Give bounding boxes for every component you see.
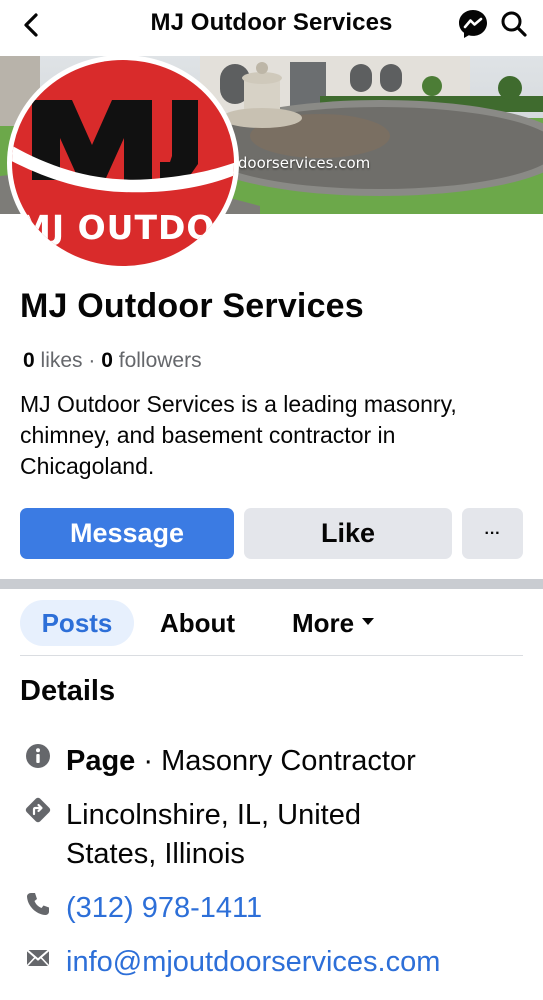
detail-category-separator: · (135, 745, 162, 777)
search-icon (501, 11, 527, 37)
page-name: MJ Outdoor Services (20, 287, 364, 325)
info-icon (26, 744, 50, 768)
detail-location-line1: Lincolnshire, IL, United (66, 799, 361, 831)
cover-watermark: tdoorservices.com (232, 154, 371, 172)
search-button[interactable] (499, 9, 529, 39)
top-bar: MJ Outdoor Services (0, 0, 543, 52)
phone-icon (27, 893, 49, 915)
section-divider (0, 579, 543, 589)
detail-category-value: Masonry Contractor (161, 745, 416, 777)
envelope-icon (26, 949, 50, 967)
detail-category: Page · Masonry Contractor (66, 742, 416, 781)
detail-category-prefix: Page (66, 745, 136, 777)
caret-down-icon (362, 617, 375, 625)
messenger-icon (459, 10, 487, 38)
page-bio: MJ Outdoor Services is a leading masonry… (20, 391, 457, 479)
detail-phone[interactable]: (312) 978-1411 (66, 889, 262, 928)
mj-logo: MJ OUTDOOR SERVICES (12, 60, 234, 266)
stats-separator: · (82, 349, 102, 372)
likes-label[interactable]: likes (35, 349, 83, 372)
tab-more[interactable]: More (292, 600, 375, 646)
detail-location-line2: States, Illinois (66, 838, 245, 870)
details-heading: Details (20, 675, 116, 707)
message-button[interactable]: Message (20, 508, 234, 559)
likes-count[interactable]: 0 (23, 349, 35, 372)
messenger-button[interactable] (457, 8, 489, 40)
page-stats: 0 likes · 0 followers (23, 349, 202, 373)
tabs-divider (20, 655, 523, 656)
more-options-button[interactable]: ··· (462, 508, 523, 559)
profile-picture[interactable]: MJ OUTDOOR SERVICES (7, 55, 239, 271)
tab-posts[interactable]: Posts (20, 600, 134, 646)
detail-location[interactable]: Lincolnshire, IL, United States, Illinoi… (66, 796, 361, 874)
like-button[interactable]: Like (244, 508, 452, 559)
followers-count[interactable]: 0 (101, 349, 113, 372)
logo-text: MJ OUTDOOR SERVICES (18, 208, 234, 247)
detail-email[interactable]: info@mjoutdoorservices.com (66, 943, 440, 982)
tab-about[interactable]: About (160, 600, 235, 646)
tab-more-label: More (292, 607, 355, 638)
followers-label[interactable]: followers (113, 349, 202, 372)
directions-icon (25, 797, 51, 823)
